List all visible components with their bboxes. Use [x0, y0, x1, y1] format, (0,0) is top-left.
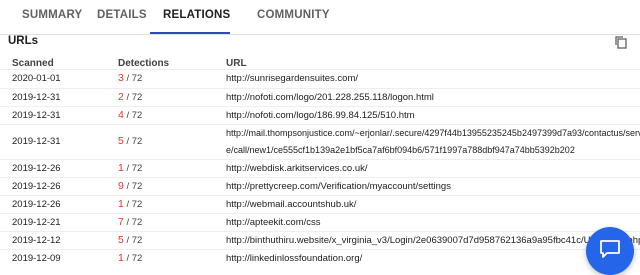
url-link[interactable]: http://webmail.accountshub.uk/: [226, 199, 356, 210]
scanned-date: 2019-12-21: [12, 217, 61, 228]
scanned-date: 2019-12-31: [12, 136, 61, 147]
engines-total: / 72: [123, 92, 143, 103]
url-link[interactable]: http://nofoti.com/logo/186.99.84.125/510…: [226, 110, 415, 121]
detections: 1 / 72: [118, 162, 142, 174]
scanned-date: 2019-12-12: [12, 235, 61, 246]
detections: 3 / 72: [118, 72, 142, 84]
table-row: 2019-12-09 1 / 72 http://linkedinlossfou…: [0, 249, 640, 267]
table-row: 2019-12-26 1 / 72 http://webdisk.arkitse…: [0, 159, 640, 177]
scanned-date: 2020-01-01: [12, 73, 61, 84]
url-link[interactable]: http://binthuthiru.website/x_virginia_v3…: [226, 235, 640, 246]
engines-total: / 72: [123, 181, 143, 192]
chat-bubble-icon: [600, 240, 620, 258]
scanned-date: 2019-12-09: [12, 253, 61, 264]
scanned-date: 2019-12-26: [12, 181, 61, 192]
table-row: 2019-12-26 1 / 72 http://webmail.account…: [0, 195, 640, 213]
engines-total: / 72: [123, 217, 143, 228]
tab-community[interactable]: COMMUNITY: [257, 9, 330, 21]
active-tab-indicator: [150, 32, 230, 34]
engines-total: / 72: [123, 73, 143, 84]
engines-total: / 72: [123, 253, 143, 264]
copy-icon[interactable]: [614, 35, 628, 49]
url-link[interactable]: http://linkedinlossfoundation.org/: [226, 253, 362, 264]
column-header-url: URL: [226, 58, 247, 69]
detections: 5 / 72: [118, 135, 142, 147]
scanned-date: 2019-12-31: [12, 92, 61, 103]
tab-bar: SUMMARY DETAILS RELATIONS COMMUNITY: [0, 0, 640, 35]
table-row: 2020-01-01 3 / 72 http://sunrisegardensu…: [0, 69, 640, 88]
table-row: 2019-12-31 4 / 72 http://nofoti.com/logo…: [0, 106, 640, 124]
tab-relations[interactable]: RELATIONS: [163, 9, 230, 21]
detections: 5 / 72: [118, 234, 142, 246]
url-link[interactable]: http://webdisk.arkitservices.co.uk/: [226, 163, 368, 174]
column-header-scanned: Scanned: [12, 58, 54, 69]
table-row: 2019-12-12 5 / 72 http://binthuthiru.web…: [0, 231, 640, 249]
url-link[interactable]: http://mail.thompsonjustice.com/~erjonla…: [226, 128, 640, 138]
url-link-continued[interactable]: e/call/new1/ce555cf1b139a2e1bf5ca7af6bf0…: [226, 145, 575, 155]
tab-summary[interactable]: SUMMARY: [22, 9, 82, 21]
scanned-date: 2019-12-31: [12, 110, 61, 121]
url-link[interactable]: http://apteekit.com/css: [226, 217, 321, 228]
chat-button[interactable]: [586, 227, 634, 275]
urls-table: 2020-01-01 3 / 72 http://sunrisegardensu…: [0, 69, 640, 267]
detections: 1 / 72: [118, 252, 142, 264]
detections: 7 / 72: [118, 216, 142, 228]
url-link[interactable]: http://nofoti.com/logo/201.228.255.118/l…: [226, 92, 434, 103]
detections: 9 / 72: [118, 180, 142, 192]
table-row: 2019-12-21 7 / 72 http://apteekit.com/cs…: [0, 213, 640, 231]
detections: 4 / 72: [118, 109, 142, 121]
scanned-date: 2019-12-26: [12, 163, 61, 174]
section-title: URLs: [8, 35, 39, 47]
engines-total: / 72: [123, 136, 143, 147]
engines-total: / 72: [123, 199, 143, 210]
table-row: 2019-12-26 9 / 72 http://prettycreep.com…: [0, 177, 640, 195]
detections: 1 / 72: [118, 198, 142, 210]
column-header-detections: Detections: [118, 58, 170, 69]
tab-details[interactable]: DETAILS: [97, 9, 147, 21]
table-row: 2019-12-31 2 / 72 http://nofoti.com/logo…: [0, 88, 640, 106]
url-link[interactable]: http://sunrisegardensuites.com/: [226, 73, 358, 84]
engines-total: / 72: [123, 110, 143, 121]
engines-total: / 72: [123, 163, 143, 174]
scanned-date: 2019-12-26: [12, 199, 61, 210]
detections: 2 / 72: [118, 91, 142, 103]
engines-total: / 72: [123, 235, 143, 246]
table-row: 2019-12-31 5 / 72 http://mail.thompsonju…: [0, 124, 640, 159]
url-link[interactable]: http://prettycreep.com/Verification/myac…: [226, 181, 451, 192]
